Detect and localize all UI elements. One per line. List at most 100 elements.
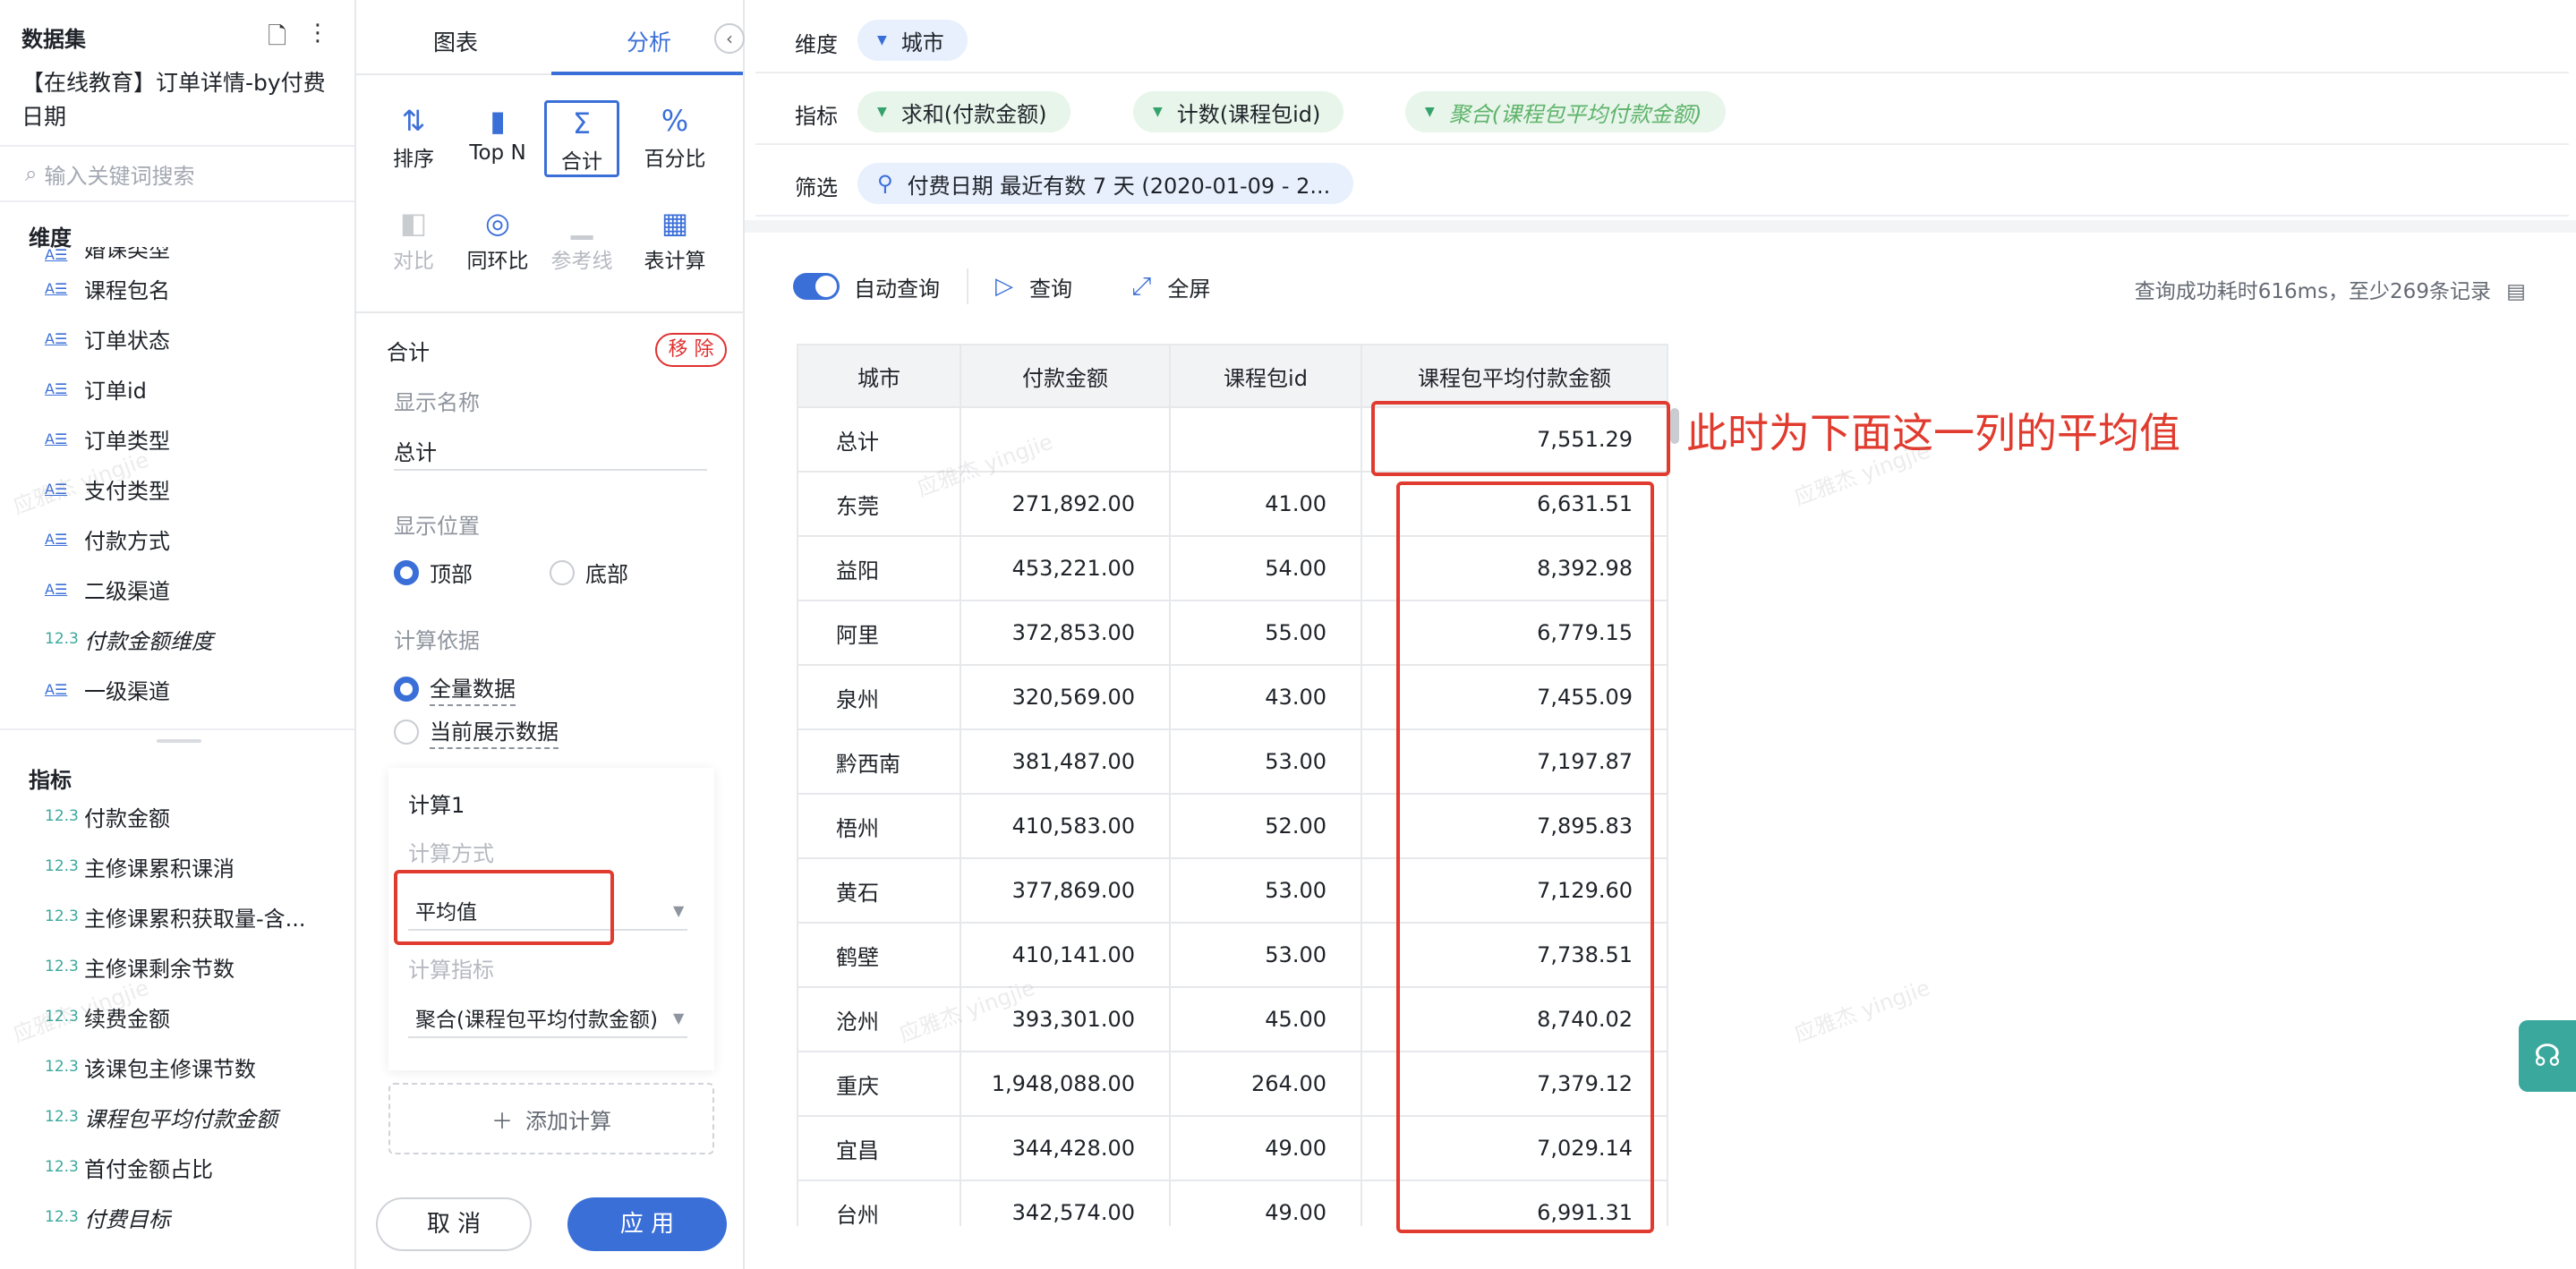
add-calc-button[interactable]: ＋ 添加计算	[388, 1083, 714, 1154]
section-title: 合计	[387, 340, 430, 365]
new-file-icon[interactable]: 🗋	[268, 20, 286, 59]
tool-sort[interactable]: ⇅ 排序	[376, 100, 451, 172]
dimension-field[interactable]: A☰ 一级渠道	[0, 664, 354, 714]
metric-field-label: 主修课累积获取量-含...	[84, 906, 306, 932]
metric-pill-sum[interactable]: ▼ 求和(付款金额)	[857, 91, 1070, 132]
number-type-icon: 12.3	[45, 1108, 79, 1126]
table-cell: 1,948,088.00	[960, 1051, 1171, 1117]
calc-title: 计算1	[408, 793, 465, 818]
tool-period-compare[interactable]: ◎ 同环比	[460, 202, 535, 274]
position-top-label: 顶部	[430, 562, 473, 587]
metric-pill-label: 求和(付款金额)	[900, 101, 1047, 127]
header-amount[interactable]: 付款金额	[960, 344, 1171, 408]
apply-button[interactable]: 应 用	[567, 1197, 727, 1251]
table-cell: 410,583.00	[960, 793, 1171, 859]
table-cell: 49.00	[1169, 1115, 1362, 1181]
table-cell: 45.00	[1169, 986, 1362, 1052]
tool-compare[interactable]: ◧ 对比	[376, 202, 451, 274]
cancel-button[interactable]: 取 消	[376, 1197, 532, 1251]
caret-down-icon: ▼	[877, 33, 887, 47]
highlight-box-calc-method	[394, 870, 614, 945]
header-city[interactable]: 城市	[797, 344, 961, 408]
metric-field-label: 付款金额	[84, 805, 170, 831]
table-scrollbar[interactable]	[1670, 408, 1679, 444]
header-avg-amount[interactable]: 课程包平均付款金额	[1361, 344, 1668, 408]
table-cell: 342,574.00	[960, 1180, 1171, 1226]
search-placeholder: 输入关键词搜索	[44, 163, 195, 189]
text-type-icon: A☰	[45, 329, 68, 347]
number-type-icon: 12.3	[45, 807, 79, 825]
log-icon[interactable]: ▤	[2506, 280, 2526, 303]
metric-field[interactable]: 12.3 主修课剩余节数	[0, 941, 354, 992]
dimension-field[interactable]: A☰ 付款方式	[0, 514, 354, 564]
metric-field[interactable]: 12.3 主修课累积课消	[0, 841, 354, 891]
field-search-input[interactable]: ⌕ 输入关键词搜索	[0, 145, 354, 202]
play-icon[interactable]: ▷	[995, 273, 1013, 300]
table-cell: 宜昌	[797, 1115, 961, 1181]
table-cell: 264.00	[1169, 1051, 1362, 1117]
position-top-radio[interactable]: 顶部	[394, 557, 473, 588]
tool-label: 合计	[561, 150, 602, 174]
panel-resize-handle[interactable]	[157, 739, 201, 743]
collapse-panel-icon[interactable]: ‹	[714, 23, 745, 54]
query-button[interactable]: 查询	[1029, 271, 1072, 302]
table-cell: 410,141.00	[960, 922, 1171, 988]
dimension-field[interactable]: A☰ 订单类型	[0, 413, 354, 464]
tab-analysis[interactable]: 分析	[627, 25, 671, 57]
help-headset-icon[interactable]: ☊	[2519, 1020, 2576, 1092]
metric-pill-count[interactable]: ▼ 计数(课程包id)	[1133, 91, 1344, 132]
caret-down-icon: ▼	[1425, 105, 1435, 119]
table-cell: 台州	[797, 1180, 961, 1226]
fullscreen-icon[interactable]: ⤢	[1131, 271, 1151, 302]
filter-shelf: 筛选 ⚲ 付费日期 最近有数 7 天 (2020-01-09 - 2...	[755, 147, 2569, 217]
calc-metric-select[interactable]: 聚合(课程包平均付款金额)	[415, 1002, 658, 1033]
position-label: 显示位置	[394, 514, 480, 539]
metric-field[interactable]: 12.3 主修课累积获取量-含...	[0, 891, 354, 941]
chevron-down-icon: ▼	[673, 1009, 685, 1026]
dimension-field[interactable]: A☰ 课程包名	[0, 263, 354, 313]
table-cell: 53.00	[1169, 728, 1362, 795]
text-type-icon: A☰	[45, 580, 68, 598]
metric-pill-label: 聚合(课程包平均付款金额)	[1448, 101, 1702, 127]
dimension-field[interactable]: 12.3 付款金额维度	[0, 614, 354, 664]
metric-field[interactable]: 12.3 课程包平均付款金额	[0, 1092, 354, 1142]
filter-shelf-label: 筛选	[795, 175, 838, 200]
display-name-label: 显示名称	[394, 390, 480, 415]
header-package-id[interactable]: 课程包id	[1169, 344, 1362, 408]
metric-field[interactable]: 12.3 付费目标	[0, 1192, 354, 1242]
tab-chart[interactable]: 图表	[433, 25, 478, 57]
remove-button[interactable]: 移 除	[655, 333, 727, 367]
metric-field[interactable]: 12.3 首付金额占比	[0, 1142, 354, 1192]
tool-percent[interactable]: % 百分比	[637, 100, 712, 172]
dataset-name: 【在线教育】订单详情-by付费日期	[21, 70, 326, 130]
table-cell: 55.00	[1169, 600, 1362, 666]
table-cell: 271,892.00	[960, 471, 1171, 537]
basis-all-radio[interactable]: 全量数据	[394, 671, 516, 706]
position-bottom-radio[interactable]: 底部	[550, 557, 628, 588]
dimension-field-label: 课程包名	[84, 277, 170, 303]
plus-icon: ＋	[491, 1108, 513, 1134]
tool-label: 排序	[393, 148, 434, 171]
dataset-title: 数据集	[21, 27, 86, 52]
tool-reference-line[interactable]: ▁ 参考线	[544, 202, 619, 274]
table-cell: 381,487.00	[960, 728, 1171, 795]
metric-pill-aggregate[interactable]: ▼ 聚合(课程包平均付款金额)	[1405, 91, 1726, 132]
filter-pill[interactable]: ⚲ 付费日期 最近有数 7 天 (2020-01-09 - 2...	[857, 163, 1354, 204]
tool-bar-chart[interactable]: ▮ Top N	[460, 100, 535, 165]
display-name-input[interactable]: 总计	[394, 435, 437, 466]
fullscreen-button[interactable]: 全屏	[1167, 271, 1210, 302]
period-compare-icon: ◎	[485, 206, 510, 240]
auto-query-toggle[interactable]	[793, 273, 840, 300]
more-icon[interactable]: ⋮	[306, 20, 329, 59]
dimension-field[interactable]: A☰ 订单id	[0, 363, 354, 413]
metric-field-label: 首付金额占比	[84, 1156, 213, 1182]
dimension-field[interactable]: A☰ 订单状态	[0, 313, 354, 363]
tool-table-calc[interactable]: ▦ 表计算	[637, 202, 712, 274]
dimension-field[interactable]: A☰ 二级渠道	[0, 564, 354, 614]
metric-field[interactable]: 12.3 付款金额	[0, 791, 354, 841]
basis-visible-radio[interactable]: 当前展示数据	[394, 714, 559, 749]
tool-sum[interactable]: Σ 合计	[544, 100, 619, 177]
metric-field[interactable]: 12.3 该课包主修课节数	[0, 1042, 354, 1092]
dimension-field[interactable]: A☰ 婚课类型	[0, 247, 354, 263]
dimension-pill[interactable]: ▼ 城市	[857, 20, 968, 61]
